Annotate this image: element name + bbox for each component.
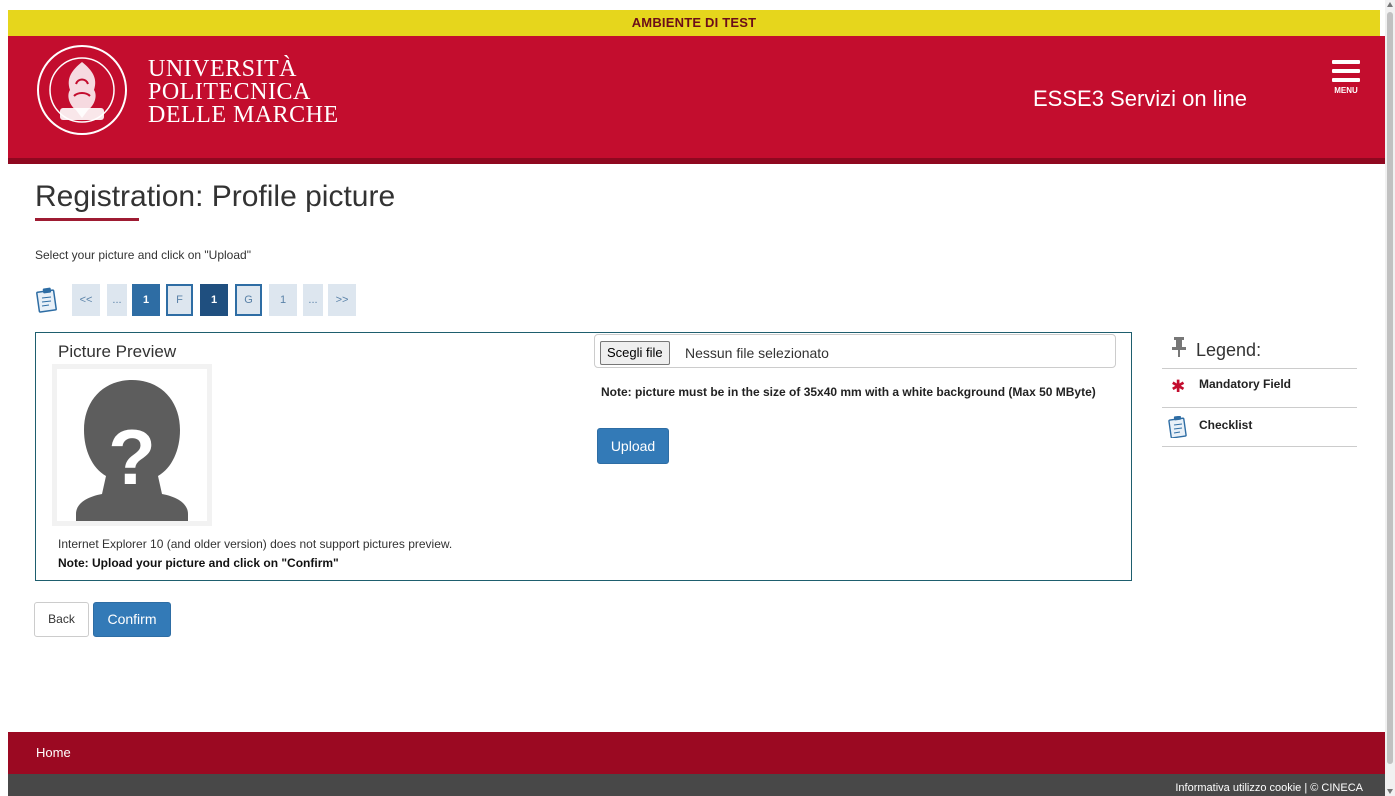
footer-home-link[interactable]: Home <box>36 745 71 760</box>
university-name-line-2: POLITECNICA <box>148 79 311 105</box>
file-status-text: Nessun file selezionato <box>685 345 829 361</box>
back-button[interactable]: Back <box>34 602 89 637</box>
legend-header: Legend: <box>1162 334 1357 369</box>
legend-title: Legend: <box>1196 340 1262 360</box>
pushpin-icon <box>1172 337 1186 357</box>
legend-item-checklist: Checklist <box>1162 408 1357 447</box>
stepper-step-next[interactable]: 1 <box>269 284 297 316</box>
checklist-icon[interactable] <box>35 287 59 313</box>
instructions-text: Select your picture and click on "Upload… <box>35 248 251 262</box>
university-name-line-1: UNIVERSITÀ <box>148 56 297 82</box>
stepper-ellipsis-end[interactable]: ... <box>303 284 323 316</box>
stepper-step-1[interactable]: 1 <box>132 284 160 316</box>
clipboard-icon <box>1168 416 1187 438</box>
scroll-up-arrow-icon[interactable] <box>1387 2 1393 7</box>
stepper-step-current[interactable]: 1 <box>200 284 228 316</box>
svg-text:?: ? <box>108 413 156 501</box>
page-title: Registration: Profile picture <box>35 180 396 213</box>
legend-panel: Legend: ✱ Mandatory Field Checklist <box>1162 334 1357 447</box>
picture-upload-panel: Picture Preview ? Internet Explorer 10 (… <box>35 332 1132 581</box>
profile-placeholder-image: ? <box>52 364 212 526</box>
menu-button[interactable]: MENU <box>1326 56 1366 104</box>
picture-preview-title: Picture Preview <box>58 342 177 361</box>
confirm-button[interactable]: Confirm <box>93 602 171 637</box>
title-underline <box>35 218 139 221</box>
picture-size-note: Note: picture must be in the size of 35x… <box>601 385 1096 399</box>
hamburger-icon-bar <box>1332 69 1360 73</box>
stepper-step-g[interactable]: G <box>235 284 262 316</box>
scrollbar-thumb[interactable] <box>1387 12 1393 764</box>
university-seal-logo <box>37 45 127 135</box>
stepper-ellipsis-start[interactable]: ... <box>107 284 127 316</box>
hamburger-icon <box>1332 60 1360 64</box>
upload-button[interactable]: Upload <box>597 428 669 464</box>
hamburger-icon-bar <box>1332 78 1360 82</box>
legend-item-label: Mandatory Field <box>1199 377 1292 391</box>
footer-credits-bar: Informativa utilizzo cookie | © CINECA <box>8 774 1385 796</box>
site-header: UNIVERSITÀ POLITECNICA DELLE MARCHE ESSE… <box>8 36 1385 164</box>
choose-file-button[interactable]: Scegli file <box>600 341 670 365</box>
upload-confirm-note: Note: Upload your picture and click on "… <box>58 556 339 570</box>
stepper-first[interactable]: << <box>72 284 100 316</box>
stepper-step-f[interactable]: F <box>166 284 193 316</box>
asterisk-icon: ✱ <box>1171 377 1186 396</box>
page-scrollbar[interactable] <box>1385 0 1395 796</box>
service-title: ESSE3 Servizi on line <box>1033 86 1247 111</box>
stepper-last[interactable]: >> <box>328 284 356 316</box>
legend-item-label: Checklist <box>1199 418 1253 432</box>
university-name-line-3: DELLE MARCHE <box>148 102 339 128</box>
test-environment-banner: AMBIENTE DI TEST <box>8 10 1380 36</box>
file-input[interactable]: Scegli file Nessun file selezionato <box>594 334 1116 368</box>
university-name[interactable]: UNIVERSITÀ POLITECNICA DELLE MARCHE <box>148 56 339 128</box>
ie-compatibility-note: Internet Explorer 10 (and older version)… <box>58 537 453 551</box>
legend-item-mandatory: ✱ Mandatory Field <box>1162 369 1357 408</box>
footer-credits-text[interactable]: Informativa utilizzo cookie | © CINECA <box>1175 782 1363 794</box>
footer-nav: Home <box>8 732 1385 774</box>
menu-label: MENU <box>1334 86 1358 95</box>
scroll-down-arrow-icon[interactable] <box>1387 789 1393 794</box>
